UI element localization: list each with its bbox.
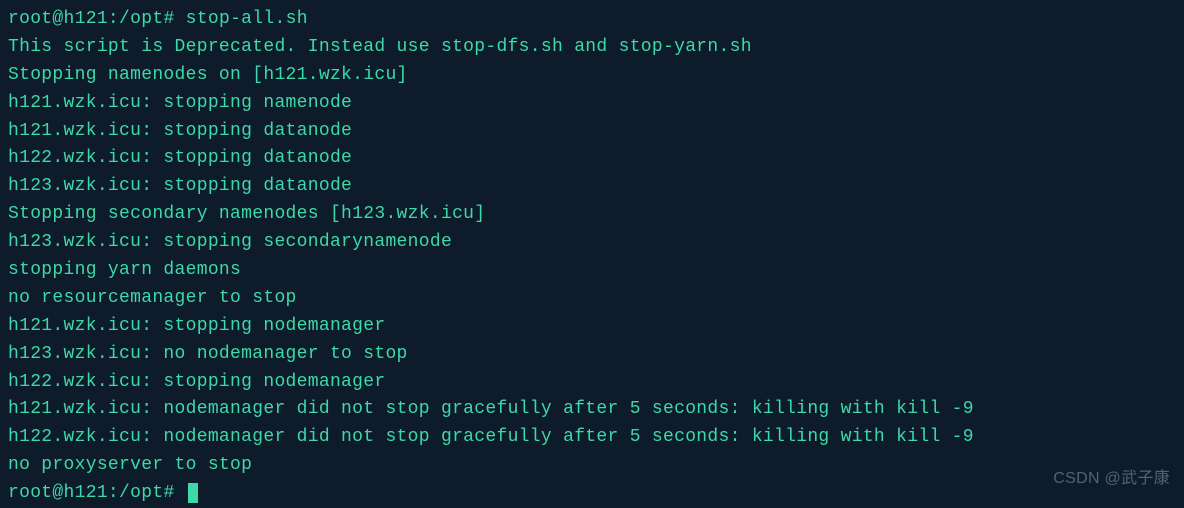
prompt-user-host: root@h121 (8, 9, 108, 29)
terminal-output-line: h123.wzk.icu: no nodemanager to stop (8, 341, 1176, 369)
terminal-output-line: h123.wzk.icu: stopping secondarynamenode (8, 229, 1176, 257)
terminal-output-line: h121.wzk.icu: stopping namenode (8, 90, 1176, 118)
terminal-output-line: Stopping secondary namenodes [h123.wzk.i… (8, 201, 1176, 229)
command-input[interactable]: stop-all.sh (186, 9, 308, 29)
terminal-output-line: stopping yarn daemons (8, 257, 1176, 285)
terminal-output-line: Stopping namenodes on [h121.wzk.icu] (8, 62, 1176, 90)
terminal-output-line: h121.wzk.icu: nodemanager did not stop g… (8, 396, 1176, 424)
prompt-sep: # (163, 483, 174, 503)
prompt-user-host: root@h121 (8, 483, 108, 503)
terminal-output-line: h121.wzk.icu: stopping datanode (8, 118, 1176, 146)
prompt-line-1: root@h121:/opt# stop-all.sh (8, 6, 1176, 34)
prompt-path: /opt (119, 483, 163, 503)
terminal-output-line: h123.wzk.icu: stopping datanode (8, 173, 1176, 201)
prompt-path: /opt (119, 9, 163, 29)
terminal-output-line: This script is Deprecated. Instead use s… (8, 34, 1176, 62)
prompt-line-2: root@h121:/opt# (8, 480, 1176, 508)
terminal-output-line: h122.wzk.icu: stopping datanode (8, 145, 1176, 173)
terminal-output-line: h121.wzk.icu: stopping nodemanager (8, 313, 1176, 341)
cursor-icon (188, 483, 198, 503)
terminal-output-line: h122.wzk.icu: nodemanager did not stop g… (8, 424, 1176, 452)
terminal-output-line: no resourcemanager to stop (8, 285, 1176, 313)
watermark-text: CSDN @武子康 (1053, 467, 1170, 492)
terminal-output-line: no proxyserver to stop (8, 452, 1176, 480)
terminal-output-line: h122.wzk.icu: stopping nodemanager (8, 369, 1176, 397)
prompt-sep: # (163, 9, 174, 29)
